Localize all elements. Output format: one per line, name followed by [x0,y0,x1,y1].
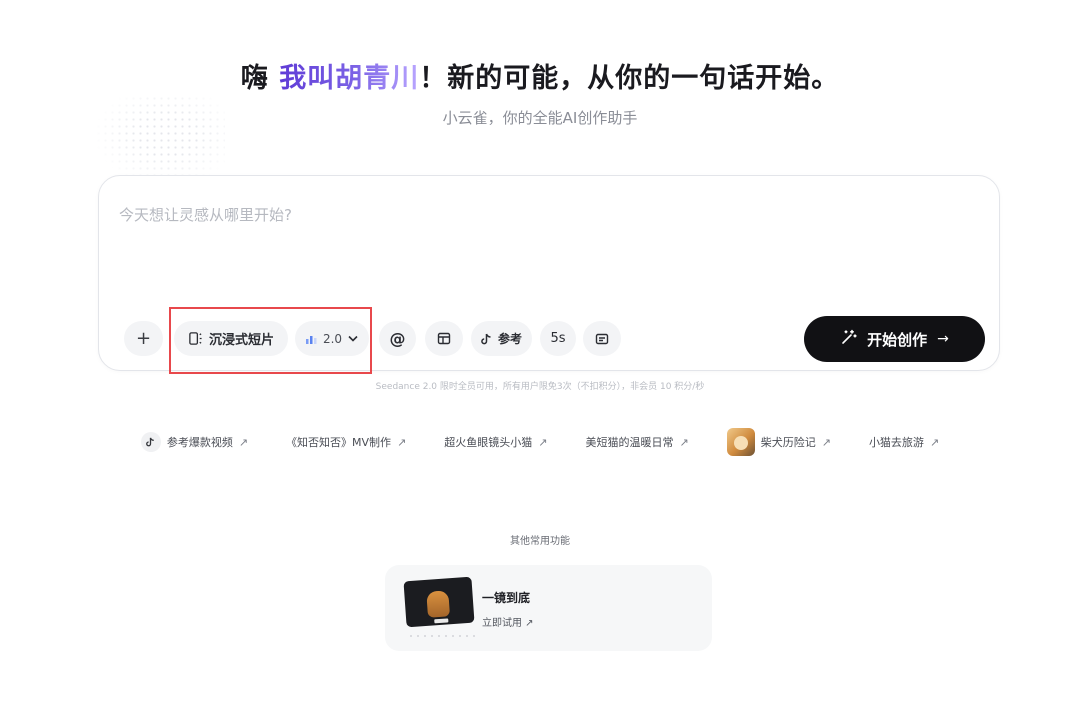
chevron-down-icon [348,335,358,342]
title-tagline: ！新的可能，从你的一句话开始。 [419,63,840,94]
other-features-title: 其他常用功能 [510,536,570,547]
suggestion-item[interactable]: 美短猫的温暖日常 ↗ [586,434,689,450]
suggestion-label: 参考爆款视频 [166,436,233,449]
arrow-up-right-icon: ↗ [538,435,548,449]
suggestion-list: 参考爆款视频 ↗ 《知否知否》MV制作 ↗ 超火鱼眼镜头小猫 ↗ 美短猫的温暖日… [0,428,1080,456]
suggestion-item[interactable]: 《知否知否》MV制作 ↗ [286,434,406,450]
try-now-link[interactable]: 立即试用 ↗ [482,614,534,629]
reference-button[interactable]: 参考 [471,321,532,356]
model-version-label: 2.0 [322,331,343,346]
thumbnail-tag [434,618,449,624]
feature-name: 一镜到底 [482,591,531,605]
douyin-icon [481,333,492,345]
start-create-label: 开始创作 [867,330,928,349]
mode-label: 沉浸式短片 [208,333,274,348]
aspect-ratio-icon [437,332,451,345]
add-attachment-button[interactable]: + [124,321,163,356]
subtitle-button[interactable] [583,321,621,356]
mode-select-button[interactable]: 沉浸式短片 [174,321,288,356]
reference-label: 参考 [497,332,522,346]
feature-card-one-take[interactable]: 一镜到底 立即试用 ↗ [385,565,712,651]
suggestion-item[interactable]: 超火鱼眼镜头小猫 ↗ [444,434,547,450]
arrow-right-icon: → [937,331,949,347]
at-icon: @ [389,329,406,348]
suggestion-item[interactable]: 小猫去旅游 ↗ [869,434,939,450]
suggestion-item[interactable]: 柴犬历险记 ↗ [726,428,831,456]
arrow-up-right-icon: ↗ [929,435,940,449]
duration-label: 5s [550,331,566,346]
arrow-up-right-icon: ↗ [238,435,249,449]
duration-button[interactable]: 5s [540,321,576,356]
arrow-up-right-icon: ↗ [397,435,407,449]
suggestion-label: 《知否知否》MV制作 [286,436,392,449]
model-version-dropdown[interactable]: 2.0 [295,321,369,356]
suggestion-label: 小猫去旅游 [868,436,924,449]
douyin-icon [140,432,161,452]
page-subtitle: 小云雀，你的全能AI创作助手 [442,109,638,127]
arrow-up-right-icon: ↗ [821,435,831,449]
immersive-film-icon [188,331,203,346]
timeline-dots [410,635,475,637]
bar-chart-icon [305,334,317,344]
suggestion-label: 超火鱼眼镜头小猫 [444,436,533,449]
arrow-up-right-icon: ↗ [679,435,689,449]
aspect-ratio-button[interactable] [425,321,463,356]
subtitle-icon [595,333,609,345]
page-title: 嗨 我叫胡青川！新的可能，从你的一句话开始。 [0,56,1080,95]
start-create-button[interactable]: 开始创作 → [804,316,985,362]
suggestion-label: 美短猫的温暖日常 [585,436,674,449]
suggestion-item[interactable]: 参考爆款视频 ↗ [140,432,249,452]
promo-note: Seedance 2.0 限时全员可用，所有用户限免3次（不扣积分），非会员 1… [375,382,705,392]
title-greeting: 嗨 [240,63,280,94]
mention-button[interactable]: @ [379,321,416,356]
dog-figure [426,590,451,618]
shiba-dog-thumbnail [726,428,755,456]
one-take-thumbnail [403,576,475,628]
suggestion-label: 柴犬历险记 [760,436,816,449]
title-user-name: 我叫胡青川 [279,63,420,94]
prompt-input[interactable] [119,202,979,228]
magic-wand-icon [840,329,857,350]
plus-icon: + [135,328,152,349]
